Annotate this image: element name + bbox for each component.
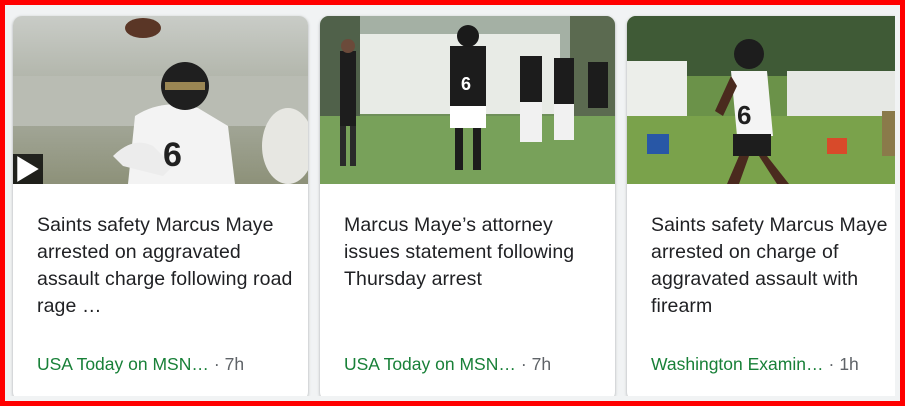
- jersey-number: 6: [163, 136, 182, 174]
- news-headline[interactable]: Marcus Maye’s attorney issues statement …: [344, 212, 603, 293]
- news-meta: Washington Examin… · 1h: [651, 354, 859, 375]
- thumbnail-image: 6: [627, 16, 895, 184]
- news-headline[interactable]: Saints safety Marcus Maye arrested on ch…: [651, 212, 895, 320]
- news-source[interactable]: Washington Examin…: [651, 354, 823, 374]
- video-badge[interactable]: [13, 154, 43, 184]
- thumbnail-image: 6: [320, 16, 615, 184]
- news-meta: USA Today on MSN… · 7h: [344, 354, 551, 375]
- news-card[interactable]: 6 Saints safety Marcus Maye arrested on …: [13, 16, 308, 396]
- news-card[interactable]: 6 Marcus Maye’s attorney issues statemen…: [320, 16, 615, 396]
- news-meta: USA Today on MSN… · 7h: [37, 354, 244, 375]
- news-thumbnail[interactable]: 6: [320, 16, 615, 184]
- news-time: 7h: [224, 354, 245, 374]
- meta-separator: ·: [520, 354, 527, 374]
- news-time: 7h: [531, 354, 552, 374]
- jersey-number: 6: [737, 100, 751, 130]
- news-carousel: 6 Saints safety Marcus Maye arrested on …: [10, 10, 895, 396]
- play-icon: [17, 156, 39, 182]
- meta-separator: ·: [213, 354, 220, 374]
- news-card[interactable]: 6 Saints safety Marcus Maye arrested on …: [627, 16, 895, 396]
- meta-separator: ·: [828, 354, 835, 374]
- news-source[interactable]: USA Today on MSN…: [37, 354, 209, 374]
- jersey-number: 6: [461, 74, 471, 94]
- thumbnail-image: 6: [13, 16, 308, 184]
- news-thumbnail[interactable]: 6: [13, 16, 308, 184]
- highlight-frame: 6 Saints safety Marcus Maye arrested on …: [0, 0, 905, 406]
- news-thumbnail[interactable]: 6: [627, 16, 895, 184]
- news-headline[interactable]: Saints safety Marcus Maye arrested on ag…: [37, 212, 296, 320]
- news-time: 1h: [839, 354, 859, 374]
- news-source[interactable]: USA Today on MSN…: [344, 354, 516, 374]
